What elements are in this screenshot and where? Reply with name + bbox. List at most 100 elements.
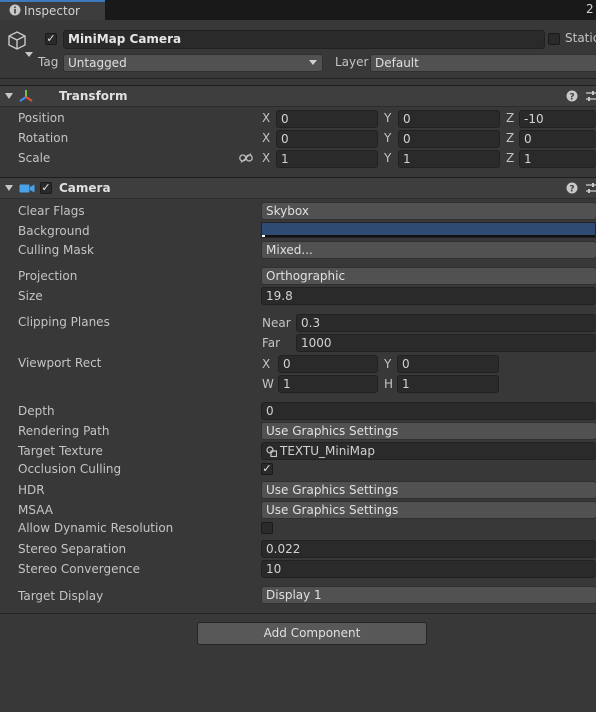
stereo-convergence-label: Stereo Convergence — [18, 562, 141, 576]
rotation-z-label: Z — [506, 131, 515, 145]
near-label: Near — [262, 316, 291, 330]
transform-axes-icon — [19, 90, 33, 102]
stereo-separation-label: Stereo Separation — [18, 542, 127, 556]
projection-label: Projection — [18, 269, 78, 283]
viewport-h-input[interactable]: 1 — [397, 375, 499, 393]
tab-inspector[interactable]: Inspector — [0, 0, 105, 20]
viewport-w-input[interactable]: 1 — [278, 375, 378, 393]
scale-z-input[interactable]: 1 — [519, 150, 596, 168]
stereo-convergence-input[interactable]: 10 — [261, 560, 596, 578]
tab-overflow[interactable]: 2 — [586, 2, 594, 16]
depth-input[interactable]: 0 — [261, 402, 596, 420]
icon-dropdown-arrow-icon[interactable] — [25, 52, 33, 58]
position-z-input[interactable]: -10 — [519, 110, 596, 128]
object-name-input[interactable]: MiniMap Camera — [63, 30, 545, 49]
checkmark-icon: ✓ — [46, 32, 56, 45]
camera-header[interactable]: ✓ Camera ? — [0, 177, 596, 199]
chevron-down-icon — [309, 60, 317, 65]
transform-title: Transform — [59, 89, 128, 103]
viewport-x-label: X — [262, 357, 271, 371]
background-label: Background — [18, 224, 90, 238]
far-input[interactable]: 1000 — [296, 334, 596, 352]
size-input[interactable]: 19.8 — [261, 287, 596, 305]
msaa-label: MSAA — [18, 503, 53, 517]
tab-bar: Inspector 2 — [0, 0, 596, 20]
projection-dropdown[interactable]: Orthographic — [261, 267, 596, 285]
rotation-x-input[interactable]: 0 — [276, 130, 378, 148]
camera-enabled-toggle[interactable]: ✓ — [40, 182, 52, 194]
viewport-w-label: W — [262, 377, 274, 391]
viewport-x-input[interactable]: 0 — [278, 355, 378, 373]
settings-sliders-icon[interactable] — [586, 90, 596, 102]
render-texture-icon — [266, 446, 277, 457]
rotation-y-input[interactable]: 0 — [398, 130, 500, 148]
tag-value: Untagged — [68, 56, 127, 70]
hdr-dropdown[interactable]: Use Graphics Settings — [261, 481, 596, 499]
svg-text:?: ? — [569, 185, 574, 195]
target-display-label: Target Display — [18, 589, 104, 603]
scale-label: Scale — [18, 151, 51, 165]
scale-y-label: Y — [384, 151, 392, 165]
foldout-arrow-icon[interactable] — [5, 184, 13, 192]
clear-flags-dropdown[interactable]: Skybox — [261, 202, 596, 220]
background-color-swatch[interactable] — [261, 222, 596, 238]
rotation-z-input[interactable]: 0 — [519, 130, 596, 148]
checkmark-icon: ✓ — [262, 462, 272, 475]
occlusion-culling-toggle[interactable]: ✓ — [261, 463, 273, 475]
viewport-y-input[interactable]: 0 — [397, 355, 499, 373]
position-x-input[interactable]: 0 — [276, 110, 378, 128]
occlusion-culling-label: Occlusion Culling — [18, 462, 122, 476]
rendering-path-dropdown[interactable]: Use Graphics Settings — [261, 422, 596, 440]
camera-title: Camera — [59, 181, 111, 195]
static-label: Static — [565, 31, 596, 45]
tag-label: Tag — [38, 55, 59, 69]
target-texture-value: TEXTU_MiniMap — [280, 444, 375, 458]
scale-y-input[interactable]: 1 — [398, 150, 500, 168]
culling-mask-dropdown[interactable]: Mixed... — [261, 241, 596, 259]
dynamic-resolution-toggle[interactable] — [261, 522, 273, 534]
msaa-dropdown[interactable]: Use Graphics Settings — [261, 501, 596, 519]
layer-label: Layer — [335, 55, 369, 69]
settings-sliders-icon[interactable] — [586, 182, 596, 194]
transform-header[interactable]: Transform ? — [0, 85, 596, 107]
rotation-label: Rotation — [18, 131, 69, 145]
help-icon[interactable]: ? — [566, 182, 578, 194]
rotation-y-label: Y — [384, 131, 392, 145]
viewport-h-label: H — [384, 377, 394, 391]
rotation-x-label: X — [262, 131, 271, 145]
position-y-input[interactable]: 0 — [398, 110, 500, 128]
static-toggle[interactable] — [548, 33, 560, 45]
help-icon[interactable]: ? — [566, 90, 578, 102]
tag-dropdown[interactable]: Untagged — [63, 54, 323, 72]
position-x-label: X — [262, 111, 271, 125]
active-toggle[interactable]: ✓ — [45, 33, 57, 45]
checkmark-icon: ✓ — [41, 181, 51, 194]
svg-text:?: ? — [569, 93, 574, 103]
target-texture-field[interactable]: TEXTU_MiniMap — [261, 442, 596, 460]
layer-value: Default — [375, 56, 419, 70]
far-label: Far — [262, 336, 281, 350]
layer-dropdown[interactable]: Default — [370, 54, 596, 72]
near-input[interactable]: 0.3 — [296, 314, 596, 332]
stereo-separation-input[interactable]: 0.022 — [261, 540, 596, 558]
unlinked-chain-icon[interactable] — [239, 153, 253, 163]
add-component-button[interactable]: Add Component — [197, 622, 427, 645]
foldout-arrow-icon[interactable] — [5, 92, 13, 100]
alpha-fill — [262, 235, 265, 237]
dynamic-resolution-label: Allow Dynamic Resolution — [18, 521, 174, 535]
viewport-y-label: Y — [384, 357, 392, 371]
info-icon — [9, 4, 21, 16]
camera-icon — [19, 184, 35, 193]
rendering-path-label: Rendering Path — [18, 424, 110, 438]
size-label: Size — [18, 289, 43, 303]
scale-z-label: Z — [506, 151, 515, 165]
position-z-label: Z — [506, 111, 515, 125]
viewport-rect-label: Viewport Rect — [18, 356, 102, 370]
target-texture-label: Target Texture — [18, 444, 103, 458]
scale-x-input[interactable]: 1 — [276, 150, 378, 168]
clipping-planes-label: Clipping Planes — [18, 315, 110, 329]
target-display-dropdown[interactable]: Display 1 — [261, 586, 596, 604]
scale-x-label: X — [262, 151, 271, 165]
divider — [0, 78, 596, 79]
depth-label: Depth — [18, 404, 55, 418]
